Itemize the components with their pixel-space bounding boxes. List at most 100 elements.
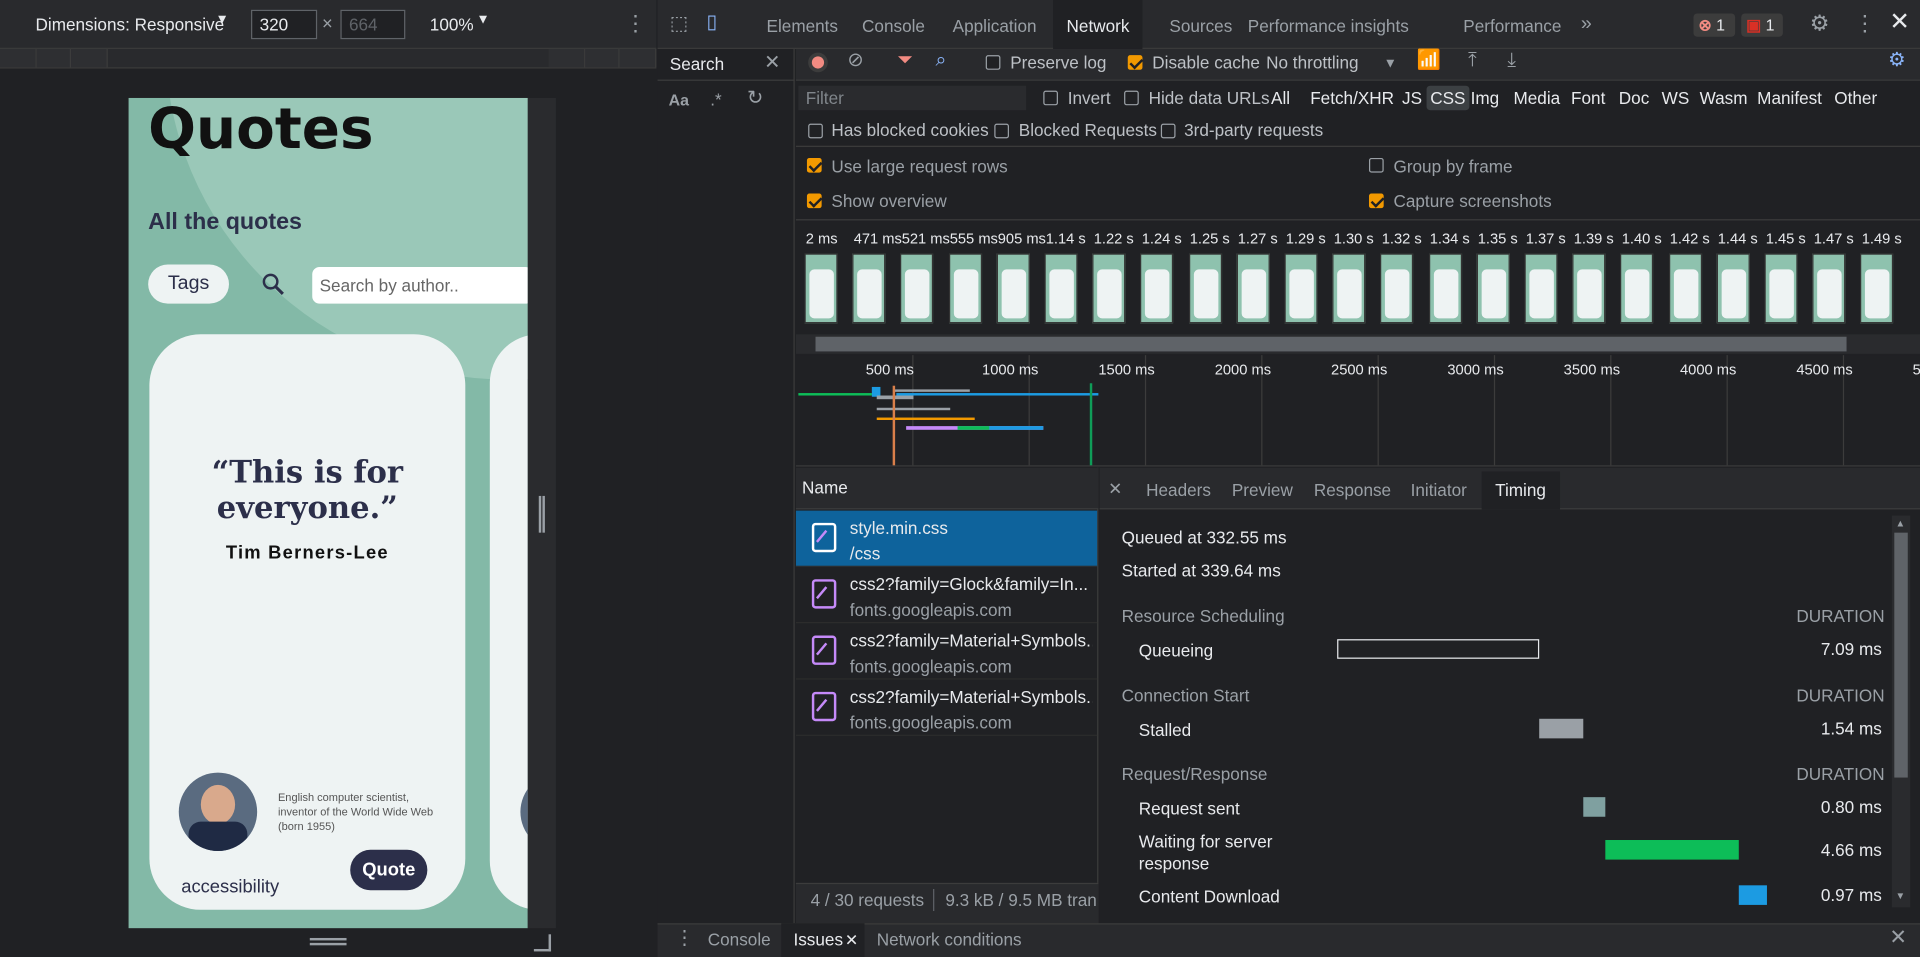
resize-handle-bottom[interactable] [309,937,347,946]
screenshot-thumbnail[interactable] [1524,253,1558,324]
screenshot-thumbnail[interactable] [1428,253,1462,324]
screenshot-thumbnail[interactable] [1044,253,1078,324]
type-filter-css[interactable]: CSS [1426,85,1470,111]
tags-button[interactable]: Tags [148,264,229,304]
error-badge[interactable]: ⊗ 1 [1693,13,1736,37]
request-row[interactable]: css2?family=Glock&family=In... fonts.goog… [795,567,1098,624]
tab-network[interactable]: Network [1053,0,1143,49]
tab-performance-insights[interactable]: Performance insights [1248,0,1409,49]
resize-corner-icon[interactable] [533,934,552,952]
third-party-checkbox[interactable] [1160,123,1176,139]
screenshot-thumbnail[interactable] [1812,253,1846,324]
close-devtools-icon[interactable]: ✕ [1889,10,1910,34]
dimensions-dropdown[interactable]: Dimensions: Responsive [36,15,225,35]
type-filter-img[interactable]: Img [1467,86,1503,110]
screenshot-thumbnail[interactable] [1764,253,1798,324]
tab-application[interactable]: Application [953,0,1037,49]
detail-tab-initiator[interactable]: Initiator [1411,471,1467,509]
device-width-input[interactable]: 320 [251,9,318,40]
drawer-tab-network-conditions[interactable]: Network conditions [877,929,1022,949]
invert-checkbox[interactable] [1043,90,1058,106]
preserve-log-checkbox[interactable] [985,55,1001,70]
tab-console[interactable]: Console [862,0,925,49]
search-icon[interactable] [261,272,285,296]
settings-gear-icon[interactable]: ⚙ [1810,12,1830,34]
throttling-select[interactable]: No throttling [1266,53,1358,73]
close-issues-tab-icon[interactable]: ✕ [845,931,858,951]
detail-tab-headers[interactable]: Headers [1146,471,1211,509]
record-icon[interactable] [808,52,828,73]
device-height-input[interactable]: 664 [340,9,406,40]
disable-cache-checkbox[interactable] [1127,55,1143,70]
screenshot-thumbnail[interactable] [1332,253,1366,324]
type-filter-media[interactable]: Media [1510,86,1564,110]
type-filter-wasm[interactable]: Wasm [1696,86,1751,110]
capture-screenshots-checkbox[interactable] [1368,193,1384,209]
zoom-dropdown[interactable]: 100% [430,15,474,35]
screenshot-thumbnail[interactable] [1236,253,1270,324]
blocked-cookies-checkbox[interactable] [808,123,823,139]
hide-data-urls-checkbox[interactable] [1124,90,1139,106]
tag-link[interactable]: accessibility [181,877,279,898]
name-column-header[interactable]: Name [802,478,848,498]
more-options-icon[interactable]: ⋮ [624,11,646,37]
screenshot-thumbnail[interactable] [1188,253,1222,324]
type-filter-other[interactable]: Other [1831,86,1881,110]
match-case-toggle[interactable]: Aa [669,91,689,109]
screenshot-thumbnail[interactable] [1284,253,1318,324]
screenshot-thumbnail[interactable] [1092,253,1126,324]
drawer-tab-console[interactable]: Console [708,929,771,949]
group-by-frame-checkbox[interactable] [1368,157,1384,173]
screenshot-thumbnail[interactable] [900,253,934,324]
media-query-ruler[interactable] [0,48,657,69]
network-settings-icon[interactable]: ⚙ [1888,51,1906,71]
screenshot-thumbnail[interactable] [1620,253,1654,324]
screenshot-thumbnail[interactable] [1140,253,1174,324]
show-overview-checkbox[interactable] [806,193,822,209]
blocked-requests-checkbox[interactable] [994,123,1009,139]
drawer-menu-icon[interactable]: ⋮ [675,929,695,949]
detail-tab-response[interactable]: Response [1314,471,1391,509]
request-row[interactable]: style.min.css/css [795,510,1098,567]
device-toolbar-icon[interactable]: ▯ [707,13,718,33]
clear-icon[interactable]: ⊘ [847,51,863,71]
type-filter-doc[interactable]: Doc [1615,86,1653,110]
network-conditions-icon[interactable]: 📶 [1417,51,1441,71]
more-tabs-icon[interactable]: » [1581,14,1592,35]
regex-toggle[interactable]: .* [710,89,721,109]
screenshot-thumbnail[interactable] [852,253,886,324]
tab-sources[interactable]: Sources [1169,0,1232,49]
screenshot-thumbnail[interactable] [1716,253,1750,324]
screenshot-thumbnail[interactable] [1572,253,1606,324]
screenshot-thumbnail[interactable] [948,253,982,324]
screenshot-thumbnail[interactable] [996,253,1030,324]
export-har-icon[interactable]: ⤓ [1507,51,1516,71]
type-filter-all[interactable]: All [1267,86,1293,110]
close-search-icon[interactable]: ✕ [764,53,780,74]
screenshot-thumbnail[interactable] [1380,253,1414,324]
search-author-input[interactable]: Search by author.. [312,266,528,304]
quote-button[interactable]: Quote [350,849,428,891]
more-options-icon[interactable]: ⋮ [1854,12,1876,34]
screenshot-thumbnail[interactable] [804,253,838,324]
filter-icon[interactable]: ⏷ [898,51,914,71]
request-row[interactable]: css2?family=Material+Symbols... fonts.goo… [795,680,1098,736]
tab-performance[interactable]: Performance [1463,0,1561,49]
detail-tab-preview[interactable]: Preview [1232,471,1293,509]
resize-handle-right[interactable] [538,495,545,533]
close-drawer-icon[interactable]: ✕ [1889,927,1906,948]
type-filter-manifest[interactable]: Manifest [1753,86,1825,110]
request-row[interactable]: css2?family=Material+Symbols... fonts.goo… [795,623,1098,680]
large-rows-checkbox[interactable] [806,157,822,173]
issues-badge[interactable]: ▣ 1 [1741,13,1783,37]
tab-elements[interactable]: Elements [767,0,838,49]
search-icon[interactable]: ⌕ [936,51,947,71]
close-detail-icon[interactable]: ✕ [1108,479,1122,499]
inspect-element-icon[interactable]: ⬚ [670,14,689,35]
type-filter-js[interactable]: JS [1398,86,1425,110]
filmstrip-scrollbar[interactable] [795,334,1920,354]
type-filter-ws[interactable]: WS [1658,86,1693,110]
import-har-icon[interactable]: ⤒ [1468,51,1477,71]
detail-scrollbar[interactable]: ▲ ▼ [1891,515,1911,908]
screenshot-thumbnail[interactable] [1668,253,1702,324]
